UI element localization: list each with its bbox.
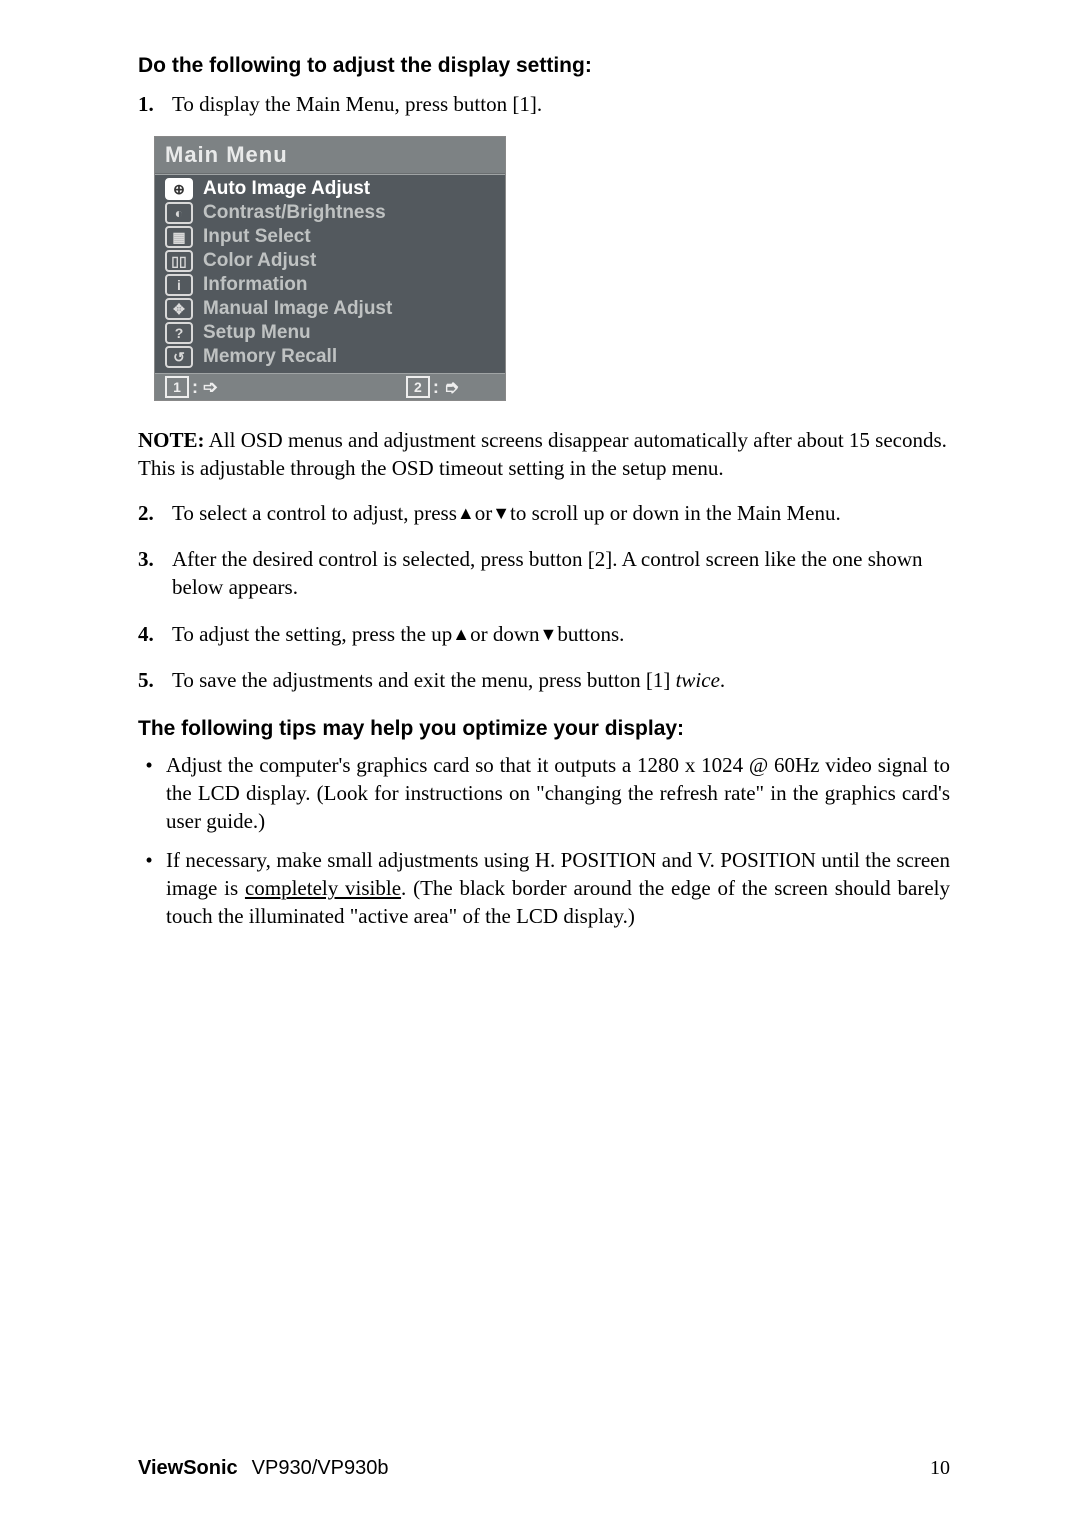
up-arrow-icon: ▲	[452, 624, 470, 644]
step-2-num: 2.	[138, 499, 160, 527]
step-2-pre: To select a control to adjust, press	[172, 501, 457, 525]
footer-page-number: 10	[930, 1457, 950, 1480]
step-4-num: 4.	[138, 620, 160, 648]
tip-2: • If necessary, make small adjustments u…	[138, 846, 950, 931]
contrast-icon: ◐	[165, 202, 193, 224]
osd-item-auto-image-adjust: ⊕ Auto Image Adjust	[165, 177, 495, 201]
key-2-box: 2	[406, 376, 430, 398]
osd-label: Memory Recall	[203, 346, 337, 368]
step-4-pre: To adjust the setting, press the up	[172, 622, 452, 646]
osd-item-memory-recall: ↺ Memory Recall	[165, 345, 495, 369]
down-arrow-icon: ▼	[540, 624, 558, 644]
osd-label: Manual Image Adjust	[203, 298, 392, 320]
osd-menu: Main Menu ⊕ Auto Image Adjust ◐ Contrast…	[154, 136, 506, 401]
auto-image-icon: ⊕	[165, 178, 193, 200]
footer-brand: ViewSonic	[138, 1457, 238, 1479]
key-1-box: 1	[165, 376, 189, 398]
tip-2-body: If necessary, make small adjustments usi…	[166, 846, 950, 931]
step-5-em: twice	[676, 668, 720, 692]
tip-1: • Adjust the computer's graphics card so…	[138, 751, 950, 836]
step-4: 4. To adjust the setting, press the up▲o…	[138, 620, 950, 648]
step-4-body: To adjust the setting, press the up▲or d…	[172, 620, 950, 648]
step-5-body: To save the adjustments and exit the men…	[172, 666, 950, 694]
step-2-body: To select a control to adjust, press▲or▼…	[172, 499, 950, 527]
osd-footer-key-1: 1 : ➩	[165, 376, 218, 398]
step-5-pre: To save the adjustments and exit the men…	[172, 668, 676, 692]
osd-item-manual-image-adjust: ✥ Manual Image Adjust	[165, 297, 495, 321]
manual-icon: ✥	[165, 298, 193, 320]
heading-tips: The following tips may help you optimize…	[138, 717, 950, 741]
footer-model: VP930/VP930b	[252, 1457, 389, 1479]
page-footer: ViewSonic VP930/VP930b 10	[138, 1457, 950, 1480]
osd-footer-key-2: 2 : ➮	[406, 376, 459, 398]
tip-2-underline: completely visible	[245, 876, 401, 900]
step-2-post: to scroll up or down in the Main Menu.	[510, 501, 841, 525]
down-arrow-icon: ▼	[492, 503, 510, 523]
recall-icon: ↺	[165, 346, 193, 368]
input-icon: ▦	[165, 226, 193, 248]
step-5-num: 5.	[138, 666, 160, 694]
osd-item-contrast-brightness: ◐ Contrast/Brightness	[165, 201, 495, 225]
step-5-post: .	[720, 668, 725, 692]
step-1: 1. To display the Main Menu, press butto…	[138, 90, 950, 118]
setup-icon: ?	[165, 322, 193, 344]
step-3-text: After the desired control is selected, p…	[172, 545, 950, 602]
osd-item-information: i Information	[165, 273, 495, 297]
step-2-mid: or	[475, 501, 493, 525]
osd-item-input-select: ▦ Input Select	[165, 225, 495, 249]
step-2: 2. To select a control to adjust, press▲…	[138, 499, 950, 527]
step-1-text: To display the Main Menu, press button […	[172, 90, 950, 118]
osd-label: Color Adjust	[203, 250, 316, 272]
osd-footer: 1 : ➩ 2 : ➮	[155, 374, 505, 400]
osd-label: Setup Menu	[203, 322, 311, 344]
up-arrow-icon: ▲	[457, 503, 475, 523]
step-1-num: 1.	[138, 90, 160, 118]
footer-left: ViewSonic VP930/VP930b	[138, 1457, 388, 1480]
tip-1-text: Adjust the computer's graphics card so t…	[166, 751, 950, 836]
osd-title: Main Menu	[155, 137, 505, 174]
osd-label: Contrast/Brightness	[203, 202, 386, 224]
note-text: All OSD menus and adjustment screens dis…	[138, 428, 947, 480]
note-paragraph: NOTE: All OSD menus and adjustment scree…	[138, 427, 950, 482]
step-5: 5. To save the adjustments and exit the …	[138, 666, 950, 694]
osd-label: Input Select	[203, 226, 311, 248]
step-3: 3. After the desired control is selected…	[138, 545, 950, 602]
step-3-num: 3.	[138, 545, 160, 602]
key-1-sym: : ➩	[192, 377, 218, 398]
osd-item-color-adjust: ▯▯ Color Adjust	[165, 249, 495, 273]
heading-adjust: Do the following to adjust the display s…	[138, 54, 950, 78]
bullet-icon: •	[138, 846, 160, 931]
osd-label: Auto Image Adjust	[203, 178, 370, 200]
step-4-mid: or down	[470, 622, 539, 646]
info-icon: i	[165, 274, 193, 296]
key-2-sym: : ➮	[433, 377, 459, 398]
note-label: NOTE:	[138, 428, 205, 452]
bullet-icon: •	[138, 751, 160, 836]
osd-label: Information	[203, 274, 308, 296]
osd-item-setup-menu: ? Setup Menu	[165, 321, 495, 345]
step-4-post: buttons.	[557, 622, 624, 646]
osd-body: ⊕ Auto Image Adjust ◐ Contrast/Brightnes…	[155, 174, 505, 374]
color-icon: ▯▯	[165, 250, 193, 272]
